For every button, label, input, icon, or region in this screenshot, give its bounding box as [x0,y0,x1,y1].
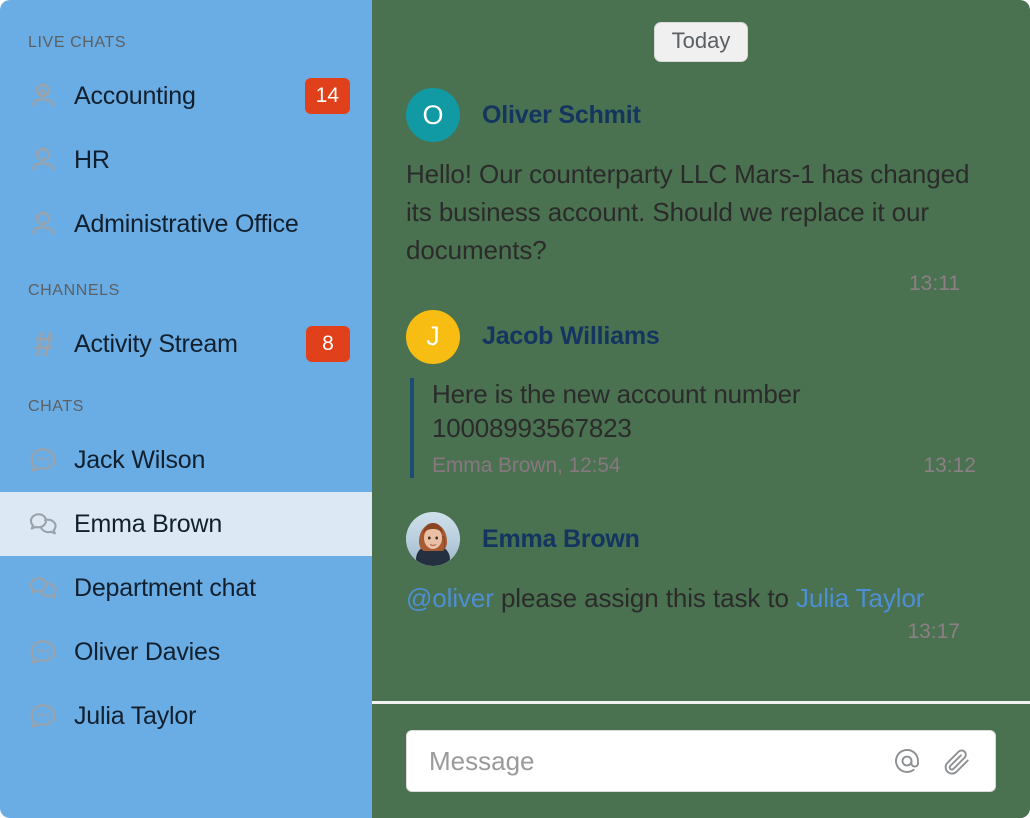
chat-bubbles-group-icon [26,507,60,541]
unread-badge: 14 [304,78,350,114]
chat-bubble-dots-icon [26,635,60,669]
message-list: Today O Oliver Schmit Hello! Our counter… [372,0,1030,701]
composer-area [372,701,1030,818]
user-link[interactable]: Julia Taylor [796,583,924,613]
at-sign-icon[interactable] [889,743,925,779]
message-text-middle: please assign this task to [493,583,796,614]
avatar[interactable]: J [406,309,460,364]
quoted-author-and-time: Emma Brown, 12:54 [432,454,621,478]
avatar-photo-icon [406,512,460,567]
sidebar-item-label: Jack Wilson [74,445,206,474]
sidebar-item-label: Emma Brown [74,509,223,538]
quoted-text: Here is the new account number 100089935… [432,378,801,443]
sidebar-item-accounting[interactable]: Accounting 14 [0,64,372,128]
support-agent-icon [26,143,60,177]
sidebar-item-julia-taylor[interactable]: Julia Taylor [0,684,372,748]
support-agent-icon [26,207,60,241]
sidebar-item-label: Administrative Office [74,209,299,238]
sidebar-item-administrative-office[interactable]: Administrative Office [0,192,372,256]
message-emma-brown: Emma Brown @oliver please assign this ta… [406,512,996,644]
sidebar-item-label: Accounting [74,81,196,110]
message-header: O Oliver Schmit [406,88,996,142]
section-title-live-chats: LIVE CHATS [28,34,127,51]
day-divider-label: Today [653,22,749,62]
quoted-message: Here is the new account number 100089935… [410,377,996,479]
message-timestamp: 13:12 [923,454,976,478]
message-header: J Jacob Williams [406,309,996,364]
day-divider: Today [406,22,996,62]
support-agent-icon [26,79,60,113]
message-composer[interactable] [406,730,996,792]
sidebar-item-emma-brown[interactable]: Emma Brown [0,492,372,556]
message-text: @oliver please assign this task to Julia… [406,580,996,618]
sidebar-item-jack-wilson[interactable]: Jack Wilson [0,428,372,492]
sidebar-item-hr[interactable]: HR [0,128,372,192]
section-title-chats: CHATS [28,398,85,415]
messenger-window: LIVE CHATS Accounting 14 HR Administrati… [0,0,1030,818]
avatar[interactable] [406,512,460,567]
message-oliver-schmit: O Oliver Schmit Hello! Our counterparty … [406,88,996,296]
sidebar-item-oliver-davies[interactable]: Oliver Davies [0,620,372,684]
chat-bubble-dots-icon [26,699,60,733]
message-author[interactable]: Jacob Williams [482,322,660,351]
paperclip-icon[interactable] [939,743,975,779]
sidebar-item-activity-stream[interactable]: # Activity Stream 8 [0,312,372,376]
sidebar-item-label: Oliver Davies [74,637,221,666]
message-timestamp: 13:11 [909,271,960,295]
hash-icon: # [33,323,54,364]
chat-sidebar: LIVE CHATS Accounting 14 HR Administrati… [0,0,372,818]
message-header: Emma Brown [406,512,996,567]
mention-link[interactable]: @oliver [406,583,494,613]
sidebar-item-label: Julia Taylor [74,701,197,730]
sidebar-item-department-chat[interactable]: Department chat [0,556,372,620]
sidebar-item-label: Activity Stream [74,329,238,358]
chat-pane: Today O Oliver Schmit Hello! Our counter… [372,0,1030,818]
message-author[interactable]: Emma Brown [482,525,640,554]
message-author[interactable]: Oliver Schmit [482,101,641,130]
chat-bubbles-group-icon [26,571,60,605]
chat-bubble-dots-icon [26,443,60,477]
sidebar-item-label: Department chat [74,573,256,602]
avatar[interactable]: O [406,88,460,142]
message-text: Hello! Our counterparty LLC Mars-1 has c… [406,159,970,265]
sidebar-item-label: HR [74,145,110,174]
unread-badge: 8 [306,326,350,362]
message-timestamp: 13:17 [907,620,960,644]
section-title-channels: CHANNELS [28,282,120,299]
message-jacob-williams: J Jacob Williams Here is the new account… [406,309,996,479]
message-input[interactable] [429,745,875,777]
